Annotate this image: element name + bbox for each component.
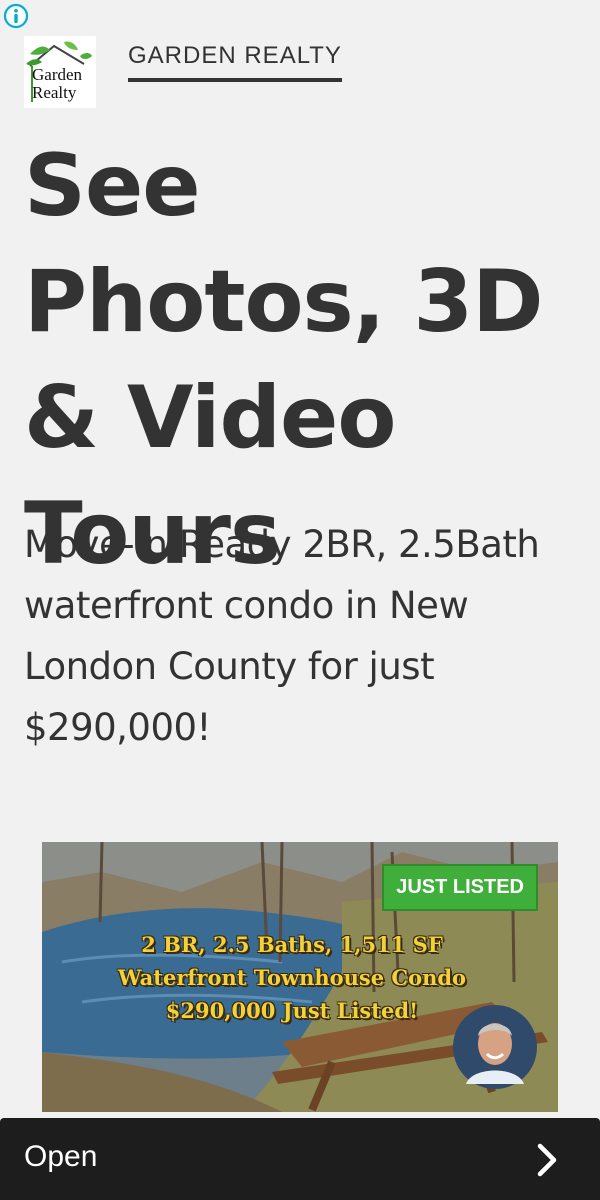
listing-overlay-text: 2 BR, 2.5 Baths, 1,511 SF Waterfront Tow…	[102, 928, 482, 1027]
just-listed-badge: JUST LISTED	[382, 864, 538, 911]
overlay-line3: $290,000 Just Listed!	[165, 998, 419, 1023]
open-button[interactable]: Open	[0, 1118, 600, 1200]
logo-text: Garden Realty	[32, 66, 82, 102]
agent-avatar	[453, 1005, 537, 1089]
chevron-right-icon	[537, 1143, 557, 1177]
advertiser-header: Garden Realty GARDEN REALTY	[24, 36, 584, 108]
overlay-line2: Waterfront Townhouse Condo	[117, 965, 467, 990]
listing-image[interactable]: JUST LISTED 2 BR, 2.5 Baths, 1,511 SF Wa…	[42, 842, 558, 1112]
overlay-line1: 2 BR, 2.5 Baths, 1,511 SF	[141, 932, 443, 957]
garden-realty-logo[interactable]: Garden Realty	[24, 36, 96, 108]
advertiser-name[interactable]: GARDEN REALTY	[128, 42, 342, 82]
info-icon[interactable]	[3, 3, 29, 29]
ad-description[interactable]: Move-In Ready 2BR, 2.5Bath waterfront co…	[24, 514, 564, 758]
logo-text-line1: Garden	[32, 65, 83, 84]
logo-text-line2: Realty	[32, 83, 77, 102]
open-label: Open	[24, 1140, 98, 1173]
